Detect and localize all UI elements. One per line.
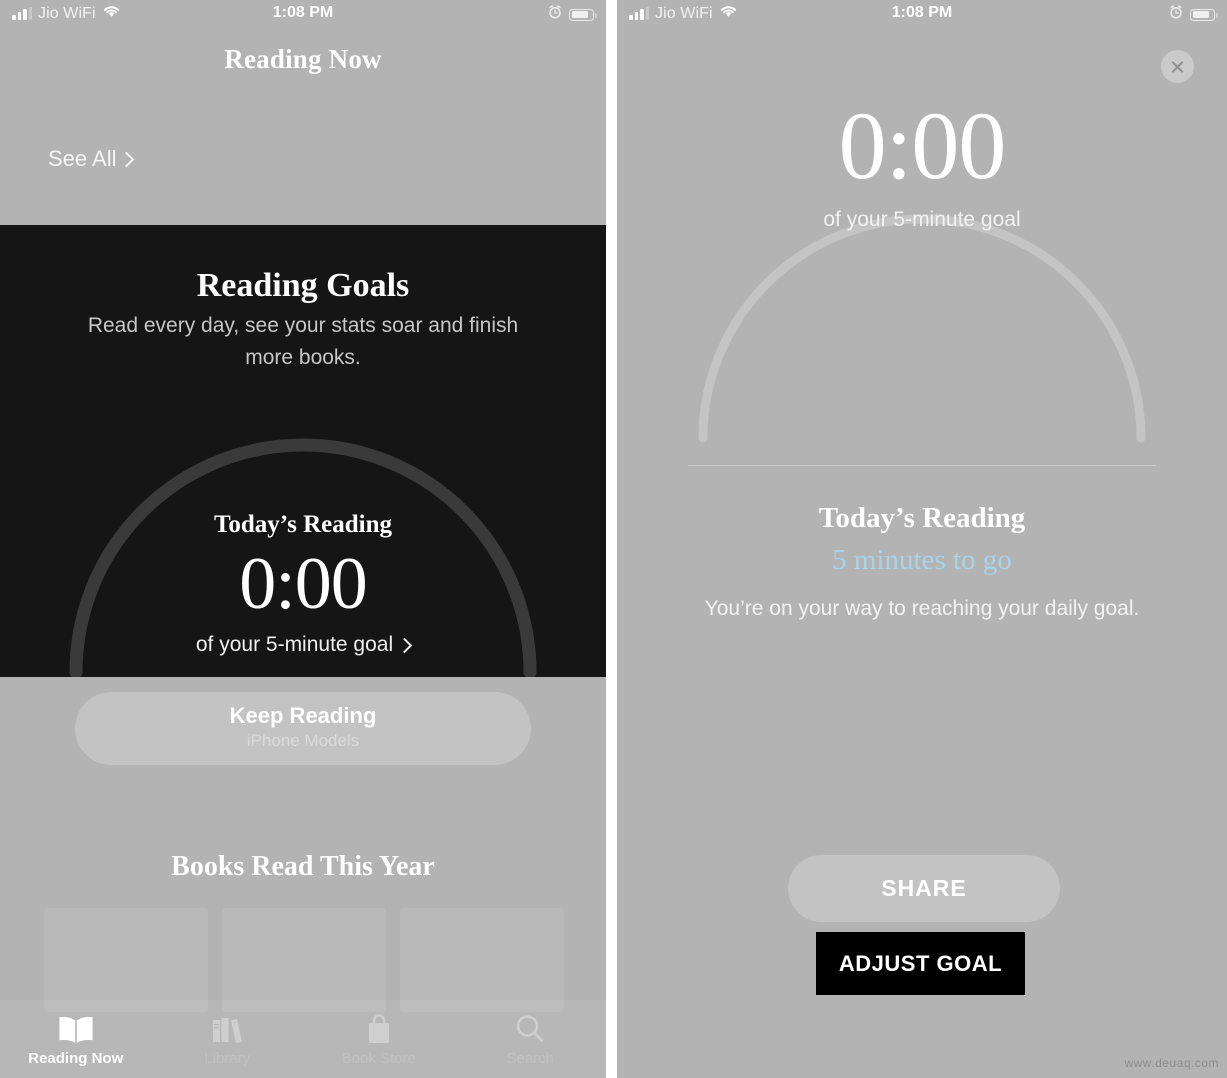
status-bar-left: Jio WiFi 1:08 PM [0,0,606,30]
tab-reading-now-label: Reading Now [28,1050,124,1067]
goal-caption-left-label: of your 5-minute goal [195,633,394,656]
chevron-right-icon [118,151,134,167]
status-bar-right: Jio WiFi 1:08 PM [617,0,1227,30]
share-button[interactable]: SHARE [788,855,1060,922]
keep-reading-subtitle: iPhone Models [246,731,360,750]
goal-caption-left[interactable]: of your 5-minute goal [0,633,606,657]
todays-reading-label-left: Today’s Reading [213,511,393,538]
alarm-clock-icon [1169,5,1183,24]
books-shelf-icon [152,1009,304,1049]
reading-goals-subtitle: Read every day, see your stats soar and … [87,314,519,369]
bottom-tab-bar: Reading Now Library Book Store Search [0,1000,606,1078]
status-bar-right-group [548,5,597,24]
open-book-icon [0,1009,152,1049]
tab-book-store[interactable]: Book Store [303,1009,455,1067]
tab-library-label: Library [204,1050,251,1067]
reading-goals-title: Reading Goals [196,267,410,304]
status-bar-clock: 1:08 PM [272,4,334,21]
time-to-go-label: 5 minutes to go [832,544,1012,576]
see-all-label: See All [48,146,117,171]
tab-library[interactable]: Library [152,1009,304,1067]
tab-book-store-label: Book Store [341,1050,416,1067]
status-bar-right-group [1169,5,1218,24]
see-all-link[interactable]: See All [48,146,134,172]
close-icon [1170,59,1185,74]
battery-icon [569,8,597,21]
shopping-bag-icon [303,1009,455,1049]
encouragement-text: You’re on your way to reaching your dail… [704,597,1140,620]
battery-icon [1190,8,1218,21]
right-phone-screen: Jio WiFi 1:08 PM 0:00 of your 5-minute g… [617,0,1227,1078]
left-phone-screen: Jio WiFi 1:08 PM Reading Now See All Rea… [0,0,606,1078]
todays-reading-time-left: 0:00 [239,543,368,625]
close-button[interactable] [1161,50,1194,83]
book-cover-placeholder[interactable] [222,908,386,1012]
goal-caption-right: of your 5-minute goal [823,208,1021,231]
reading-goals-card[interactable]: Reading Goals Read every day, see your s… [0,225,606,677]
magnifier-icon [455,1009,607,1049]
books-shelf [44,908,564,1012]
tab-search[interactable]: Search [455,1009,607,1067]
status-bar-clock: 1:08 PM [891,4,953,21]
adjust-goal-button[interactable]: ADJUST GOAL [816,932,1025,995]
tab-search-label: Search [506,1050,555,1067]
chevron-right-icon [396,637,413,653]
keep-reading-button[interactable]: Keep Reading iPhone Models [75,692,531,765]
page-title: Reading Now [224,44,382,74]
book-cover-placeholder[interactable] [400,908,564,1012]
tab-reading-now[interactable]: Reading Now [0,1009,152,1067]
section-divider [688,465,1156,466]
watermark: www.deuaq.com [1124,1056,1219,1070]
alarm-clock-icon [548,5,562,24]
books-read-this-year-title: Books Read This Year [171,851,435,882]
keep-reading-title: Keep Reading [229,703,377,728]
book-cover-placeholder[interactable] [44,908,208,1012]
goal-time-right: 0:00 [838,92,1007,199]
todays-reading-label-right: Today’s Reading [818,502,1026,534]
